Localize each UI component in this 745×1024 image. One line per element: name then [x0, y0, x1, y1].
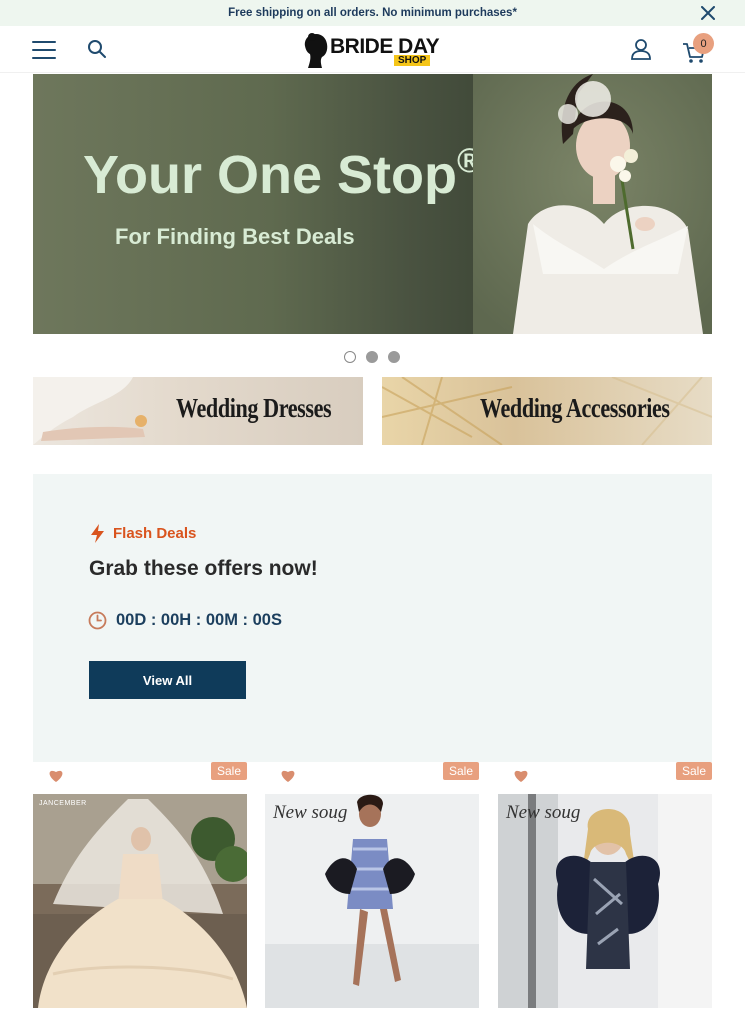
site-logo[interactable]: BRIDE DAY SHOP — [302, 32, 442, 68]
category-label: Wedding Accessories — [480, 393, 670, 423]
product-brand-mark: New soug — [506, 802, 581, 823]
product-card[interactable]: Sale New soug — [265, 762, 479, 1024]
sale-badge: Sale — [442, 762, 479, 780]
flash-deals-label: Flash Deals — [113, 525, 197, 542]
search-icon — [88, 40, 106, 58]
countdown-timer: 00D : 00H : 00M : 00S — [88, 611, 282, 630]
lightning-icon — [91, 524, 104, 543]
hamburger-menu-icon — [32, 41, 56, 44]
hero-slider-dots — [344, 351, 400, 363]
heart-icon — [49, 770, 63, 782]
sequin-mini-dress-image — [265, 794, 479, 1008]
flash-deals-section: Flash Deals Grab these offers now! 00D :… — [33, 474, 712, 762]
close-announcement-button[interactable] — [701, 0, 715, 26]
cart-count-badge: 0 — [693, 33, 714, 54]
wishlist-button[interactable] — [48, 769, 64, 788]
slider-dot-2[interactable] — [366, 351, 378, 363]
hero-banner[interactable]: Your One Stop® For Finding Best Deals — [33, 74, 712, 334]
slider-dot-3[interactable] — [388, 351, 400, 363]
slider-dot-1[interactable] — [344, 351, 356, 363]
flash-deals-title: Grab these offers now! — [89, 557, 318, 580]
cart-button[interactable]: 0 — [682, 33, 714, 65]
hamburger-menu-button[interactable] — [32, 41, 56, 59]
wishlist-button[interactable] — [280, 769, 296, 788]
category-wedding-dresses[interactable]: Wedding Dresses — [33, 377, 363, 445]
dress-image — [33, 377, 147, 445]
product-card[interactable]: Sale New soug — [498, 762, 712, 1024]
view-all-button[interactable]: View All — [89, 661, 246, 699]
hero-bride-image — [473, 74, 712, 334]
feather-jacket-dress-image — [498, 794, 712, 1008]
announcement-text: Free shipping on all orders. No minimum … — [228, 7, 517, 19]
product-card[interactable]: Sale JANCEMBER — [33, 762, 247, 1024]
category-label: Wedding Dresses — [176, 393, 332, 423]
heart-icon — [281, 770, 295, 782]
product-image[interactable]: JANCEMBER — [33, 794, 247, 1008]
wishlist-button[interactable] — [513, 769, 529, 788]
product-image[interactable]: New soug — [265, 794, 479, 1008]
close-icon — [701, 6, 715, 20]
hero-title: Your One Stop® — [83, 142, 483, 205]
sale-badge: Sale — [210, 762, 247, 780]
product-image[interactable]: New soug — [498, 794, 712, 1008]
logo-sub: SHOP — [394, 55, 431, 66]
search-button[interactable] — [87, 39, 107, 64]
product-brand-mark: New soug — [273, 802, 348, 823]
product-brand-mark: JANCEMBER — [39, 800, 87, 807]
clock-icon — [88, 611, 107, 630]
site-header: BRIDE DAY SHOP 0 — [0, 26, 745, 73]
account-button[interactable] — [630, 38, 652, 65]
announcement-bar: Free shipping on all orders. No minimum … — [0, 0, 745, 26]
product-grid: Sale JANCEMBER Sale New soug Sale New so… — [0, 762, 745, 1024]
bride-silhouette-icon — [304, 33, 328, 68]
ballgown-dress-image — [33, 794, 247, 1008]
sale-badge: Sale — [675, 762, 712, 780]
user-account-icon — [631, 39, 651, 60]
heart-icon — [514, 770, 528, 782]
countdown-values: 00D : 00H : 00M : 00S — [116, 611, 282, 629]
flash-deals-badge: Flash Deals — [90, 524, 196, 543]
hero-subtitle: For Finding Best Deals — [115, 224, 355, 249]
category-wedding-accessories[interactable]: Wedding Accessories — [382, 377, 712, 445]
